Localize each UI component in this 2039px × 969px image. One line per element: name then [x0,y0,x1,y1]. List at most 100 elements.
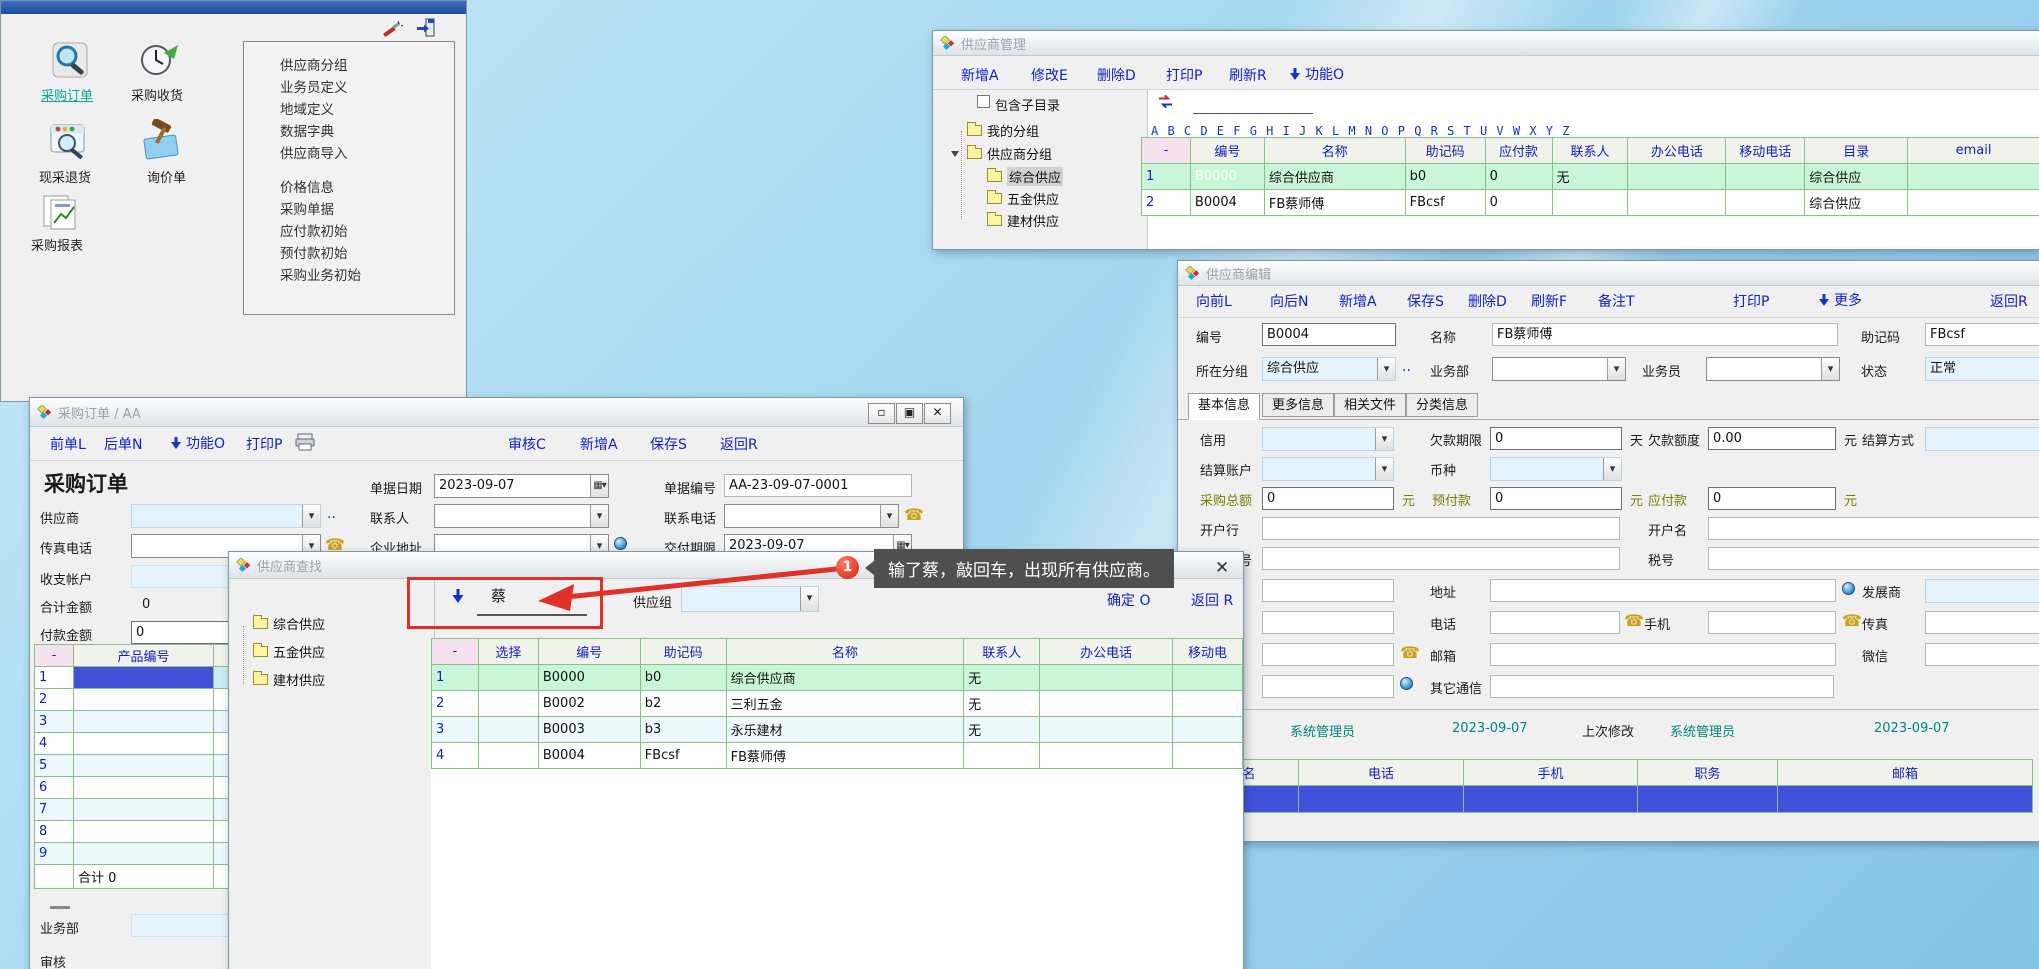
menu-region-define[interactable]: 地域定义 [280,98,334,118]
menu-payable-init[interactable]: 应付款初始 [280,220,348,240]
email-field[interactable] [1490,643,1836,666]
cell[interactable]: 2 [1142,190,1191,216]
next-doc-button[interactable]: 后单N [104,434,142,454]
cell[interactable]: B0004 [1190,190,1264,216]
purchase-receive-module-icon[interactable] [137,39,183,85]
cell[interactable] [35,865,74,889]
back-button[interactable]: 返回R [720,434,758,454]
extra-field-1[interactable] [1262,611,1394,634]
cell[interactable] [1638,786,1778,813]
cell[interactable] [1040,691,1173,717]
column-header[interactable]: 邮箱 [1778,760,2033,786]
cell[interactable]: FBcsf [1405,190,1485,216]
cell[interactable]: 8 [35,821,74,843]
purchase-order-titlebar[interactable]: 采购订单 / AA [30,398,963,427]
close-button[interactable]: ✕ [924,403,951,424]
cell[interactable] [1173,665,1243,691]
cell[interactable]: 永乐建材 [726,717,964,743]
cell[interactable] [1908,190,2039,216]
add-button[interactable]: 新增A [580,434,618,454]
module-purchase-order[interactable]: 采购订单 [41,85,93,104]
purchase-order-module-icon[interactable] [49,41,93,85]
cell[interactable] [1173,691,1243,717]
column-header[interactable]: - [432,639,479,665]
include-subdir-checkbox[interactable] [977,95,990,108]
remark-button[interactable]: 备注T [1598,291,1635,311]
name-field[interactable]: FB蔡师傅 [1492,323,1838,346]
cell[interactable]: FB蔡师傅 [1264,190,1405,216]
cell[interactable]: 无 [964,691,1040,717]
cell[interactable]: 4 [432,743,479,769]
back-button[interactable]: 返回 R [1191,590,1233,610]
phone-field[interactable] [1490,611,1620,634]
debt-limit-field[interactable]: 0.00 [1708,427,1836,450]
more-button[interactable]: 更多 [1818,290,1862,310]
cell[interactable] [478,691,538,717]
date-field[interactable]: 2023-09-07 [434,474,609,498]
cell[interactable] [1040,717,1173,743]
delete-button[interactable]: 删除D [1097,65,1136,85]
menu-prepay-init[interactable]: 预付款初始 [280,242,348,262]
cell[interactable]: 3 [432,717,479,743]
cell[interactable] [74,777,214,799]
cell[interactable]: 无 [964,717,1040,743]
credit-select[interactable] [1262,427,1394,451]
cell[interactable]: 1 [432,665,479,691]
onsite-return-module-icon[interactable] [47,121,91,167]
exit-door-icon[interactable] [415,17,437,43]
next-button[interactable]: 向后N [1270,291,1308,311]
menu-supplier-group[interactable]: 供应商分组 [280,54,348,74]
printer-icon[interactable] [294,432,316,456]
cell[interactable]: 1 [35,667,74,689]
cell[interactable]: 无 [964,665,1040,691]
cell[interactable]: 2 [35,689,74,711]
cell[interactable]: 综合供应 [1805,190,1908,216]
column-header[interactable]: 联系人 [964,639,1040,665]
tree-general-supply[interactable]: 综合供应 [253,614,325,633]
module-purchase-report[interactable]: 采购报表 [31,235,83,254]
cell[interactable] [1464,786,1638,813]
menu-price-info[interactable]: 价格信息 [280,176,334,196]
cell[interactable]: 2 [432,691,479,717]
bank-name-field[interactable] [1708,517,2039,540]
module-onsite-return[interactable]: 现采退货 [39,167,91,186]
print-button[interactable]: 打印P [1733,291,1769,311]
cell[interactable]: 4 [35,733,74,755]
debt-days-field[interactable]: 0 [1490,427,1622,450]
cell[interactable] [74,733,214,755]
alphabet-index-bar[interactable]: A B C D E F G H I J K L M N O P Q R S T … [1151,124,1570,138]
column-header[interactable]: 名称 [726,639,964,665]
cell[interactable] [964,743,1040,769]
cell[interactable] [1628,164,1726,190]
cell[interactable]: 0 [1485,164,1552,190]
dept-select[interactable] [1492,357,1626,381]
cell[interactable] [74,755,214,777]
salesman-select[interactable] [1706,357,1840,381]
column-header[interactable]: 应付款 [1485,138,1552,164]
column-header[interactable]: - [1142,138,1191,164]
cell[interactable] [1040,665,1173,691]
print-button[interactable]: 打印P [246,434,282,454]
bank-field[interactable] [1262,517,1620,540]
supplier-group-select[interactable] [681,586,819,612]
column-header[interactable]: 编号 [538,639,640,665]
cell[interactable] [74,821,214,843]
cell[interactable]: 无 [1552,164,1628,190]
other-comm-field[interactable] [1490,675,1834,698]
tree-supplier-group[interactable]: 供应商分组 [967,144,1052,163]
cell[interactable]: 9 [35,843,74,865]
refresh-button[interactable]: 刷新R [1229,65,1267,85]
column-header[interactable]: 名称 [1264,138,1405,164]
column-header[interactable]: 移动电话 [1726,138,1805,164]
cell[interactable] [1299,786,1464,813]
cell[interactable]: B0003 [538,717,640,743]
cell[interactable] [478,743,538,769]
cell[interactable] [1778,786,2033,813]
cell[interactable]: 1 [1142,164,1191,190]
cell[interactable]: 0 [1485,190,1552,216]
save-button[interactable]: 保存S [1407,291,1444,311]
main-window-titlebar[interactable] [1,1,466,14]
cell[interactable]: b2 [640,691,726,717]
restore-button[interactable]: ▣ [896,403,923,424]
expand-arrow-icon[interactable] [951,151,959,157]
